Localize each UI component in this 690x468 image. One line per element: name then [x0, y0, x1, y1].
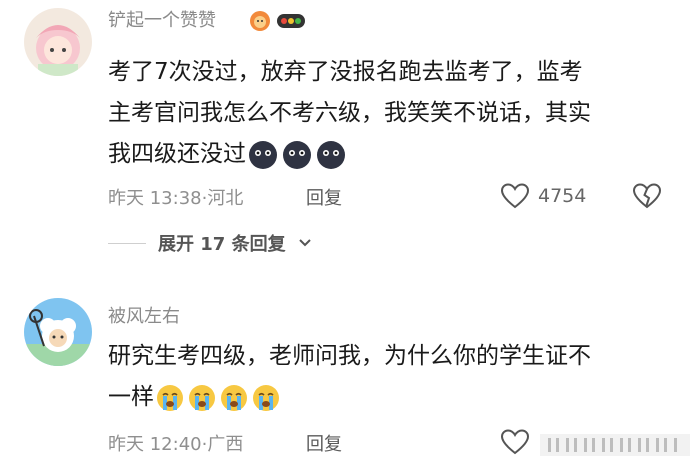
comment-meta: 昨天 13:38·河北 — [108, 188, 244, 209]
comment-text: 考了7次没过，放弃了没报名跑去监考了，监考 主考官问我怎么不考六级，我笑笑不说话… — [108, 52, 668, 175]
avatar-sheep-icon — [24, 298, 92, 366]
reply-button[interactable]: 回复 — [306, 430, 342, 456]
traffic-light-badge-icon — [277, 14, 305, 28]
crying-face-emoji — [221, 384, 247, 411]
crying-face-emoji — [189, 384, 215, 411]
heart-icon — [500, 429, 530, 455]
crying-face-emoji — [253, 384, 279, 411]
username[interactable]: 铲起一个赞赞 — [108, 10, 216, 32]
comment-meta: 昨天 12:40·广西 — [108, 434, 244, 455]
like-button[interactable]: 4754 — [500, 182, 586, 210]
comment-time: 昨天 13:38 — [108, 188, 202, 209]
like-count: 4754 — [538, 185, 587, 207]
expand-replies-label: 展开 17 条回复 — [158, 234, 286, 255]
avatar-anime-girl-icon — [24, 8, 92, 76]
lion-badge-icon — [250, 11, 270, 31]
chevron-down-icon — [298, 239, 311, 247]
comment-text-line: 一样 — [108, 384, 154, 410]
avatar[interactable] — [24, 298, 92, 366]
username[interactable]: 被风左右 — [108, 306, 180, 328]
comment-location: 广西 — [207, 434, 244, 455]
comment-text-line: 研究生考四级，老师问我，为什么你的学生证不 — [108, 343, 591, 369]
broken-heart-icon — [632, 183, 662, 209]
like-button[interactable] — [500, 428, 530, 456]
expand-replies-button[interactable]: 展开 17 条回复 — [108, 230, 312, 256]
divider-line — [108, 242, 146, 244]
dislike-button[interactable] — [632, 182, 662, 214]
comment-text-line: 主考官问我怎么不考六级，我笑笑不说话，其实 — [108, 100, 591, 126]
watermark — [540, 430, 690, 460]
comment-text-line: 考了7次没过，放弃了没报名跑去监考了，监考 — [108, 59, 583, 85]
dark-face-emoji — [317, 140, 345, 169]
comment-location: 河北 — [207, 188, 244, 209]
heart-icon — [500, 183, 530, 209]
crying-face-emoji — [157, 384, 183, 411]
avatar[interactable] — [24, 8, 92, 76]
comment-text: 研究生考四级，老师问我，为什么你的学生证不 一样 — [108, 336, 668, 418]
dark-face-emoji — [249, 140, 277, 169]
reply-button[interactable]: 回复 — [306, 184, 342, 210]
comment-time: 昨天 12:40 — [108, 434, 202, 455]
user-badges — [246, 9, 306, 33]
watermark-icon — [540, 434, 690, 456]
comment-text-line: 我四级还没过 — [108, 141, 246, 167]
dark-face-emoji — [283, 140, 311, 169]
